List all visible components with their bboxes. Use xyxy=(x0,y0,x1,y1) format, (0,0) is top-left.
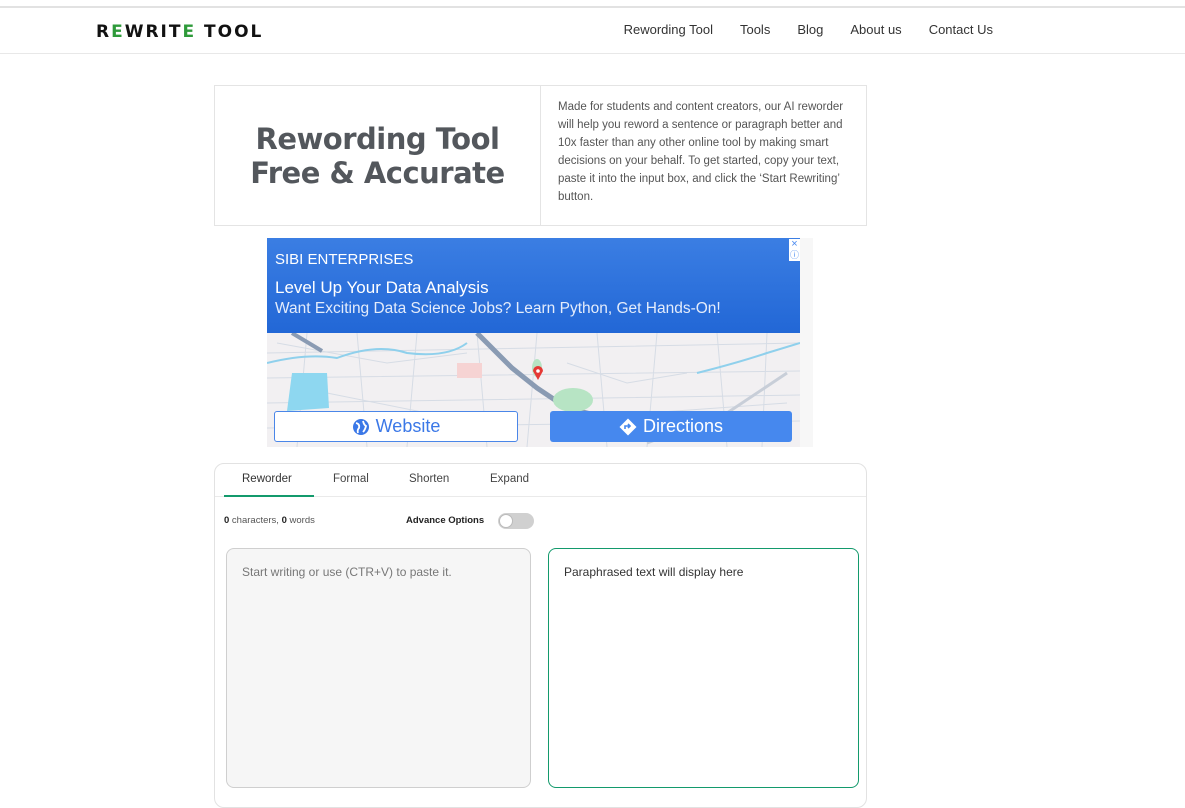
directions-label: Directions xyxy=(642,416,724,436)
logo-text: L xyxy=(250,22,264,42)
output-panel: Paraphrased text will display here xyxy=(548,548,859,788)
logo-text: R xyxy=(96,22,112,42)
rewriter-tool: Reworder Formal Shorten Expand 0 charact… xyxy=(214,463,867,808)
mode-tabs: Reworder Formal Shorten Expand xyxy=(215,464,866,497)
site-header: REWRITE TOOL Rewording Tool Tools Blog A… xyxy=(0,8,1185,54)
nav-rewording-tool[interactable]: Rewording Tool xyxy=(624,22,713,37)
logo-text: O xyxy=(234,22,251,42)
ad-info-icon[interactable]: ⓘ xyxy=(789,250,800,261)
ad-directions-button[interactable]: Directions xyxy=(550,411,792,442)
website-label: Website xyxy=(375,416,441,436)
logo-text: O xyxy=(217,22,235,42)
main-nav: Rewording Tool Tools Blog About us Conta… xyxy=(624,22,993,37)
word-label: words xyxy=(286,515,315,526)
title-line: Free & Accurate xyxy=(250,155,505,190)
toggle-knob xyxy=(499,514,513,528)
ad-banner[interactable]: SIBI ENTERPRISES Level Up Your Data Anal… xyxy=(267,238,800,333)
logo-accent: E xyxy=(182,22,197,42)
tab-expand[interactable]: Expand xyxy=(490,473,529,485)
advance-options-toggle[interactable] xyxy=(498,513,534,529)
logo-text: WRIT xyxy=(124,22,183,42)
advertisement[interactable]: SIBI ENTERPRISES Level Up Your Data Anal… xyxy=(267,238,813,447)
nav-blog[interactable]: Blog xyxy=(797,22,823,37)
logo-text: T xyxy=(196,22,218,42)
ad-close-icon[interactable]: × xyxy=(789,239,800,250)
ad-website-button[interactable]: Website xyxy=(274,411,518,442)
page-title: Rewording Tool Free & Accurate xyxy=(250,121,505,190)
active-tab-indicator xyxy=(224,495,314,497)
directions-icon xyxy=(619,418,637,435)
tab-reworder[interactable]: Reworder xyxy=(242,473,292,485)
globe-icon xyxy=(352,418,369,435)
ad-headline: Level Up Your Data Analysis xyxy=(275,278,489,297)
nav-contact-us[interactable]: Contact Us xyxy=(929,22,993,37)
tab-formal[interactable]: Formal xyxy=(333,473,369,485)
advance-options-label: Advance Options xyxy=(406,515,485,526)
ad-subline: Want Exciting Data Science Jobs? Learn P… xyxy=(275,300,721,317)
title-line: Rewording Tool xyxy=(255,121,500,156)
nav-tools[interactable]: Tools xyxy=(740,22,770,37)
hero-section: Rewording Tool Free & Accurate Made for … xyxy=(214,85,867,226)
map-pin-icon xyxy=(533,366,543,380)
hero-title-panel: Rewording Tool Free & Accurate xyxy=(215,86,541,225)
hero-description: Made for students and content creators, … xyxy=(558,101,844,203)
logo-accent: E xyxy=(111,22,125,42)
char-label: characters, xyxy=(229,515,282,526)
input-textarea[interactable] xyxy=(226,548,531,788)
ad-brand: SIBI ENTERPRISES xyxy=(275,251,414,268)
tab-shorten[interactable]: Shorten xyxy=(409,473,449,485)
nav-about-us[interactable]: About us xyxy=(850,22,901,37)
text-stats: 0 characters, 0 words xyxy=(224,515,315,526)
site-logo[interactable]: REWRITE TOOL xyxy=(96,22,263,42)
